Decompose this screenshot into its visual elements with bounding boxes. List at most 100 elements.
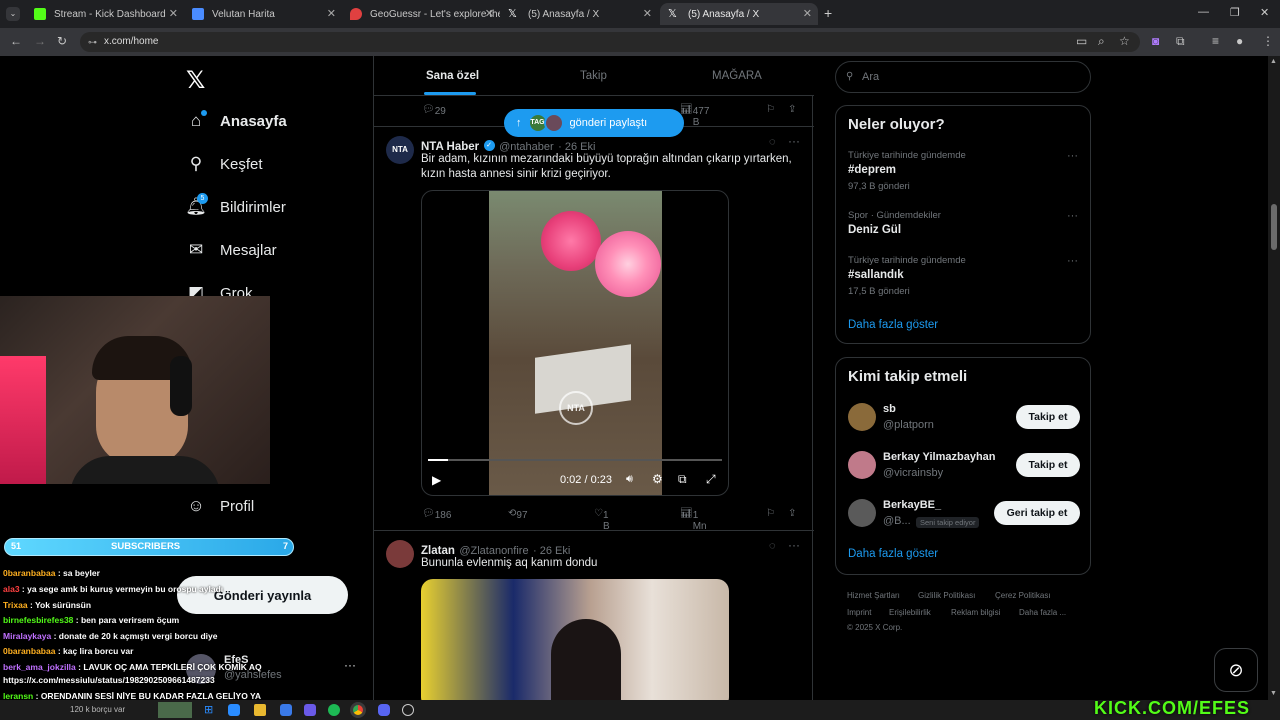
- scroll-down-icon[interactable]: ▼: [1270, 690, 1277, 697]
- x-logo-icon[interactable]: 𝕏: [186, 66, 205, 95]
- forward-icon[interactable]: →: [34, 34, 46, 48]
- close-window-icon[interactable]: ✕: [1260, 6, 1269, 19]
- grok-analyze-icon[interactable]: ◌: [769, 136, 776, 148]
- show-more-link[interactable]: Daha fazla göster: [848, 548, 938, 560]
- nav-item-home[interactable]: ⌂ Anasayfa: [186, 110, 287, 131]
- tab-following[interactable]: Takip: [580, 70, 607, 82]
- page-scrollbar[interactable]: ▲ ▼: [1268, 56, 1280, 700]
- nav-item-notifications[interactable]: 🔔︎ Bildirimler 5: [185, 193, 286, 217]
- show-more-link[interactable]: Daha fazla göster: [848, 319, 938, 331]
- puzzle-icon[interactable]: ⧉: [1176, 34, 1185, 49]
- reload-icon[interactable]: ↻: [57, 34, 67, 48]
- reply-button[interactable]: 💬︎ 29: [422, 104, 446, 117]
- tab-magara[interactable]: MAĞARA: [712, 70, 762, 82]
- maximize-icon[interactable]: ❐: [1230, 6, 1240, 19]
- trend-item[interactable]: Türkiye tarihinde gündemde #deprem 97,3 …: [836, 148, 1090, 198]
- tweet-more-icon[interactable]: ···: [788, 538, 800, 552]
- spotify-icon[interactable]: [328, 704, 340, 716]
- new-tab-button[interactable]: +: [824, 5, 832, 21]
- suggestion-avatar: [848, 451, 876, 479]
- discord-icon[interactable]: [378, 704, 390, 716]
- menu-icon[interactable]: ⋮: [1262, 34, 1274, 48]
- follow-suggestion[interactable]: BerkayBE_ @B... Seni takip ediyor Geri t…: [836, 496, 1090, 534]
- new-posts-pill[interactable]: ↑ TAG gönderi paylaştı: [504, 109, 684, 137]
- follow-button[interactable]: Takip et: [1016, 405, 1080, 429]
- tab-search-icon[interactable]: ⌄: [6, 7, 20, 21]
- grok-float-button[interactable]: ⊘: [1214, 648, 1258, 692]
- share-button[interactable]: ⇪: [788, 104, 796, 115]
- tweet-avatar[interactable]: NTA: [386, 136, 414, 164]
- browser-tab-x-1[interactable]: 𝕏 (5) Anasayfa / X ✕: [500, 3, 658, 25]
- views-button[interactable]: 📊︎ 477 B: [680, 104, 709, 128]
- zoom-icon[interactable]: ⌕: [1098, 34, 1105, 49]
- scroll-up-icon[interactable]: ▲: [1270, 58, 1277, 65]
- trend-more-icon[interactable]: ···: [1067, 255, 1078, 267]
- cast-icon[interactable]: ▭: [1076, 34, 1087, 48]
- browser-toolbar: ← → ↻ ⊶ x.com/home ▭ ⌕ ☆ ◙ ⧉ ≡ ● ⋮: [0, 28, 1280, 56]
- site-info-icon[interactable]: ⊶: [88, 32, 97, 52]
- close-tab-icon[interactable]: ✕: [803, 7, 812, 20]
- windows-start-icon[interactable]: ⊞: [204, 703, 213, 716]
- minimize-icon[interactable]: —: [1198, 6, 1209, 18]
- profile-icon[interactable]: ●: [1236, 34, 1243, 48]
- footer-ads-info[interactable]: Reklam bilgisi: [951, 608, 1000, 617]
- follow-button[interactable]: Takip et: [1016, 453, 1080, 477]
- app-icon[interactable]: [228, 704, 240, 716]
- nav-item-profile[interactable]: ☺ Profil: [186, 496, 254, 516]
- footer-more[interactable]: Daha fazla ...: [1019, 608, 1066, 617]
- trend-item[interactable]: Spor · Gündemdekiler Deniz Gül ···: [836, 208, 1090, 248]
- bookmark-button[interactable]: ⚐: [766, 508, 775, 519]
- media-icon[interactable]: ≡: [1212, 34, 1219, 48]
- browser-tab-kick[interactable]: Stream - Kick Dashboard ✕: [26, 3, 184, 25]
- share-button[interactable]: ⇪: [788, 508, 796, 519]
- chrome-icon[interactable]: [350, 702, 366, 718]
- search-input[interactable]: ⚲ Ara: [835, 61, 1091, 93]
- nav-item-messages[interactable]: ✉ Mesajlar: [186, 240, 277, 260]
- browser-tab-velutan[interactable]: Velutan Harita ✕: [184, 3, 342, 25]
- repost-button[interactable]: ⟲ 97: [508, 508, 528, 521]
- bookmark-button[interactable]: ⚐: [766, 104, 775, 115]
- tweet-image[interactable]: [421, 579, 729, 700]
- footer-terms[interactable]: Hizmet Şartları: [847, 591, 900, 600]
- nav-item-explore[interactable]: ⚲ Keşfet: [186, 154, 263, 174]
- footer-privacy[interactable]: Gizlilik Politikası: [918, 591, 975, 600]
- address-bar[interactable]: ⊶ x.com/home: [80, 32, 1140, 52]
- tab-for-you[interactable]: Sana özel: [426, 70, 479, 82]
- tweet-avatar[interactable]: [386, 540, 414, 568]
- trend-more-icon[interactable]: ···: [1067, 150, 1078, 162]
- footer-imprint[interactable]: Imprint: [847, 608, 871, 617]
- video-player[interactable]: NTA ▶ 0:02 / 0:23 🔊︎ ⚙ ⧉ ⤢: [421, 190, 729, 496]
- reply-button[interactable]: 💬︎ 186: [422, 508, 451, 521]
- app-icon[interactable]: [304, 704, 316, 716]
- app-icon[interactable]: [402, 704, 414, 716]
- play-icon[interactable]: ▶: [432, 473, 441, 487]
- settings-icon[interactable]: ⚙: [652, 472, 663, 486]
- footer-cookies[interactable]: Çerez Politikası: [995, 591, 1051, 600]
- grok-analyze-icon[interactable]: ◌: [769, 540, 776, 552]
- footer-accessibility[interactable]: Erişilebilirlik: [889, 608, 931, 617]
- views-button[interactable]: 📊︎ 1 Mn: [680, 508, 707, 532]
- like-button[interactable]: ♡ 1 B: [594, 508, 610, 532]
- back-icon[interactable]: ←: [10, 34, 22, 48]
- video-progress-track[interactable]: [428, 459, 722, 461]
- close-tab-icon[interactable]: ✕: [327, 7, 336, 20]
- extension-icon[interactable]: ◙: [1152, 34, 1159, 48]
- trend-more-icon[interactable]: ···: [1067, 210, 1078, 222]
- scroll-thumb[interactable]: [1271, 204, 1277, 250]
- close-tab-icon[interactable]: ✕: [643, 7, 652, 20]
- app-icon[interactable]: [280, 704, 292, 716]
- trend-item[interactable]: Türkiye tarihinde gündemde #sallandık 17…: [836, 253, 1090, 303]
- close-tab-icon[interactable]: ✕: [485, 7, 494, 20]
- follow-suggestion[interactable]: sb @platporn Takip et: [836, 400, 1090, 438]
- close-tab-icon[interactable]: ✕: [169, 7, 178, 20]
- folder-icon[interactable]: [254, 704, 266, 716]
- follow-suggestion[interactable]: Berkay Yilmazbayhan @vicrainsby Takip et: [836, 448, 1090, 486]
- tweet-more-icon[interactable]: ···: [788, 134, 800, 148]
- bookmark-star-icon[interactable]: ☆: [1119, 34, 1130, 48]
- follow-back-button[interactable]: Geri takip et: [994, 501, 1080, 525]
- browser-tab-geoguessr[interactable]: GeoGuessr - Let's explore the w ✕: [342, 3, 500, 25]
- fullscreen-icon[interactable]: ⤢: [706, 472, 716, 487]
- pip-icon[interactable]: ⧉: [678, 472, 687, 487]
- browser-tab-x-active[interactable]: 𝕏 (5) Anasayfa / X ✕: [660, 3, 818, 25]
- volume-icon[interactable]: 🔊︎: [626, 473, 633, 486]
